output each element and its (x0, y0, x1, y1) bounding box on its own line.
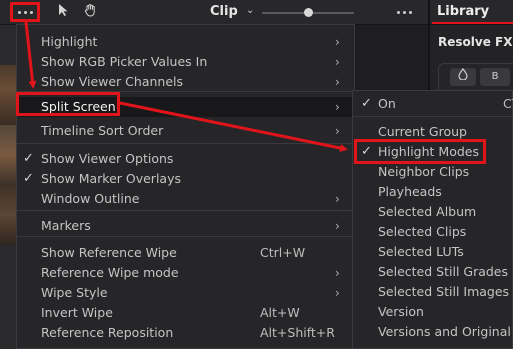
menu-item-shortcut: Ctrl+W (260, 245, 306, 260)
annotation-box-highlight-modes (354, 139, 486, 164)
split-screen-submenu: ✓OnCTCurrent Group✓Highlight ModesNeighb… (352, 90, 513, 349)
menu-item-window-outline[interactable]: Window Outline › (17, 189, 354, 209)
annotation-box-split-screen (16, 92, 120, 116)
viewer-options-button[interactable] (10, 2, 40, 22)
menu-item-label: Show RGB Picker Values In (41, 54, 208, 69)
menu-divider (17, 236, 354, 237)
submenu-item-label: Versions and Original (378, 324, 511, 339)
submenu-item-label: Selected Still Images (378, 284, 510, 299)
hand-icon[interactable] (82, 3, 100, 21)
submenu-item-selected-still-grades[interactable]: Selected Still Grades (353, 262, 513, 282)
menu-item-shortcut: Alt+W (260, 305, 300, 320)
menu-item-label: Reference Reposition (41, 325, 174, 340)
menu-item-wipe-style[interactable]: Wipe Style › (17, 283, 354, 303)
hand-icon-glyph (84, 4, 95, 17)
menu-item-label: Show Marker Overlays (41, 171, 181, 186)
menu-item-label: Show Viewer Channels (41, 74, 183, 89)
chevron-right-icon: › (335, 192, 340, 206)
chevron-right-icon: › (335, 55, 340, 69)
clip-thumbnail (0, 125, 16, 185)
chevron-down-icon[interactable]: ⌄ (246, 5, 254, 16)
chevron-right-icon: › (335, 124, 340, 138)
menu-item-reference-wipe-mode[interactable]: Reference Wipe mode › (17, 263, 354, 283)
library-mode-button[interactable]: B (480, 68, 510, 86)
tab-library[interactable]: Library (437, 4, 489, 19)
submenu-item-label: Selected LUTs (378, 244, 464, 259)
menu-item-label: Invert Wipe (41, 305, 113, 320)
submenu-item-versions-and-original[interactable]: Versions and Original (353, 322, 513, 342)
library-section-title: Resolve FX B (438, 35, 513, 49)
menu-item-show-viewer-options[interactable]: ✓ Show Viewer Options (17, 149, 354, 169)
menu-item-shortcut: Alt+Shift+R (260, 325, 335, 340)
submenu-item-selected-still-images[interactable]: Selected Still Images (353, 282, 513, 302)
menu-item-label: Show Viewer Options (41, 151, 174, 166)
active-tab-indicator (432, 22, 513, 24)
zoom-slider-handle[interactable] (303, 8, 313, 17)
menu-divider (353, 116, 513, 117)
viewer-toolbar: Clip ⌄ Library (0, 0, 513, 25)
submenu-item-selected-album[interactable]: Selected Album (353, 202, 513, 222)
submenu-item-playheads[interactable]: Playheads (353, 182, 513, 202)
menu-item-invert-wipe[interactable]: Invert Wipe Alt+W (17, 303, 354, 323)
chevron-right-icon: › (335, 286, 340, 300)
check-icon: ✓ (361, 96, 372, 111)
menu-item-show-rgb-picker-values-in[interactable]: Show RGB Picker Values In › (17, 52, 354, 72)
submenu-item-neighbor-clips[interactable]: Neighbor Clips (353, 162, 513, 182)
ellipsis-icon[interactable] (395, 4, 413, 20)
resolve-window: Clip ⌄ Library Resolve FX B B Highlight ›… (0, 0, 513, 349)
clip-thumbnail (0, 65, 16, 125)
submenu-item-label: Selected Album (378, 204, 477, 219)
submenu-item-label: On (378, 96, 396, 111)
ellipsis-icon (16, 10, 34, 14)
viewer-options-menu: Highlight › Show RGB Picker Values In › Show… (16, 24, 355, 349)
viewer-edge (0, 25, 16, 349)
menu-item-label: Show Reference Wipe (41, 245, 177, 260)
chevron-right-icon: › (335, 219, 340, 233)
menu-item-reference-reposition[interactable]: Reference Reposition Alt+Shift+R (17, 323, 354, 343)
menu-item-label: Wipe Style (41, 285, 108, 300)
menu-item-show-marker-overlays[interactable]: ✓ Show Marker Overlays (17, 169, 354, 189)
menu-item-label: Timeline Sort Order (41, 123, 164, 138)
menu-item-label: Window Outline (41, 191, 140, 206)
submenu-item-selected-clips[interactable]: Selected Clips (353, 222, 513, 242)
menu-item-markers[interactable]: Markers › (17, 216, 354, 236)
submenu-item-on[interactable]: ✓ On CT (353, 94, 513, 114)
menu-item-show-viewer-channels[interactable]: Show Viewer Channels › (17, 72, 354, 92)
chevron-right-icon: › (335, 100, 340, 114)
pointer-icon-glyph (59, 4, 68, 16)
menu-item-label: Highlight (41, 34, 98, 49)
submenu-item-selected-luts[interactable]: Selected LUTs (353, 242, 513, 262)
droplet-icon (458, 68, 468, 81)
chevron-right-icon: › (335, 75, 340, 89)
menu-divider (17, 210, 354, 211)
submenu-item-label: Selected Still Grades (378, 264, 509, 279)
chevron-right-icon: › (335, 266, 340, 280)
library-filter-button[interactable] (450, 68, 476, 86)
submenu-item-label: Version (378, 304, 424, 319)
menu-item-highlight[interactable]: Highlight › (17, 32, 354, 52)
check-icon: ✓ (23, 171, 34, 186)
clip-thumbnail (0, 185, 16, 245)
menu-item-label: Markers (41, 218, 91, 233)
menu-item-label: Reference Wipe mode (41, 265, 179, 280)
menu-item-show-reference-wipe[interactable]: Show Reference Wipe Ctrl+W (17, 243, 354, 263)
submenu-item-label: Selected Clips (378, 224, 467, 239)
pointer-icon[interactable] (55, 3, 73, 21)
chevron-right-icon: › (335, 35, 340, 49)
submenu-item-label: Neighbor Clips (378, 164, 470, 179)
menu-item-timeline-sort-order[interactable]: Timeline Sort Order › (17, 121, 354, 141)
submenu-item-version[interactable]: Version (353, 302, 513, 322)
submenu-item-shortcut: CT (503, 96, 513, 111)
menu-divider (17, 143, 354, 144)
check-icon: ✓ (23, 151, 34, 166)
submenu-item-label: Playheads (378, 184, 442, 199)
viewer-mode-label[interactable]: Clip (210, 4, 238, 19)
